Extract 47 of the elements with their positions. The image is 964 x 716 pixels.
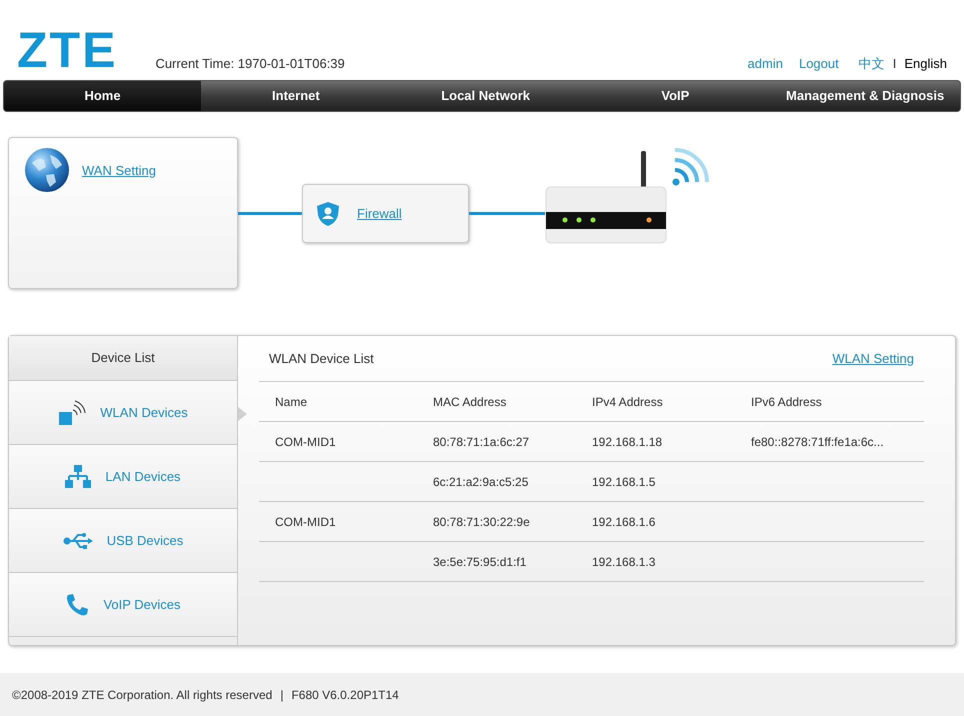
panel-title: WLAN Device List (269, 350, 374, 368)
phone-icon (65, 592, 90, 616)
device-type-tab[interactable]: USB Devices (9, 509, 237, 573)
device-type-tab[interactable]: LAN Devices (9, 445, 237, 509)
logout-link[interactable]: Logout (798, 54, 839, 73)
shield-icon (316, 200, 340, 226)
wifi-device-icon (58, 400, 86, 426)
device-type-tab[interactable]: VoIP Devices (9, 573, 237, 637)
copyright-text: ©2008-2019 ZTE Corporation. All rights reserved (12, 686, 272, 704)
connection-line (238, 212, 302, 214)
table-cell: 3e:5e:75:95:d1:f1 (433, 554, 526, 568)
wlan-setting-link[interactable]: WLAN Setting (832, 348, 914, 368)
separator-text: | (280, 686, 284, 704)
wan-setting-link[interactable]: WAN Setting (82, 161, 156, 180)
table-cell: fe80::8278:71ff:fe1a:6c... (751, 434, 884, 448)
table-cell: 192.168.1.5 (592, 474, 656, 488)
device-type-tab[interactable]: WLAN Devices (9, 381, 237, 445)
language-separator: I (892, 54, 896, 72)
language-link[interactable]: English (904, 54, 947, 73)
nav-tab[interactable]: Internet (201, 81, 391, 111)
table-cell: 192.168.1.3 (592, 554, 656, 568)
wifi-signal-icon (671, 148, 711, 186)
nav-tab[interactable]: Home (4, 81, 201, 111)
table-cell: COM-MID1 (275, 514, 336, 528)
firewall-link[interactable]: Firewall (357, 204, 402, 224)
network-icon (65, 464, 92, 488)
user-link[interactable]: admin (748, 54, 783, 73)
table-cell: COM-MID1 (275, 434, 336, 448)
logo: ZTE (17, 25, 118, 75)
version-text: F680 V6.0.20P1T14 (291, 686, 399, 704)
table-cell: 80:78:71:1a:6c:27 (433, 434, 530, 448)
nav-tab[interactable]: Management & Diagnosis (770, 81, 960, 111)
table-cell: 80:78:71:30:22:9e (433, 514, 530, 528)
language-link[interactable]: 中文 (858, 54, 885, 73)
table-cell: 192.168.1.18 (592, 434, 662, 448)
nav-tab[interactable]: VoIP (580, 81, 770, 111)
column-header: IPv6 Address (751, 394, 822, 408)
column-header: MAC Address (433, 394, 506, 408)
column-header: Name (275, 394, 308, 408)
globe-icon (24, 147, 70, 193)
table-cell: 192.168.1.6 (592, 514, 656, 528)
column-header: IPv4 Address (592, 394, 663, 408)
current-time: Current Time: 1970-01-01T06:39 (155, 54, 345, 72)
device-list-header: Device List (9, 336, 237, 381)
usb-icon (62, 532, 93, 550)
table-cell: 6c:21:a2:9a:c5:25 (433, 474, 528, 488)
nav-tab[interactable]: Local Network (390, 81, 580, 111)
